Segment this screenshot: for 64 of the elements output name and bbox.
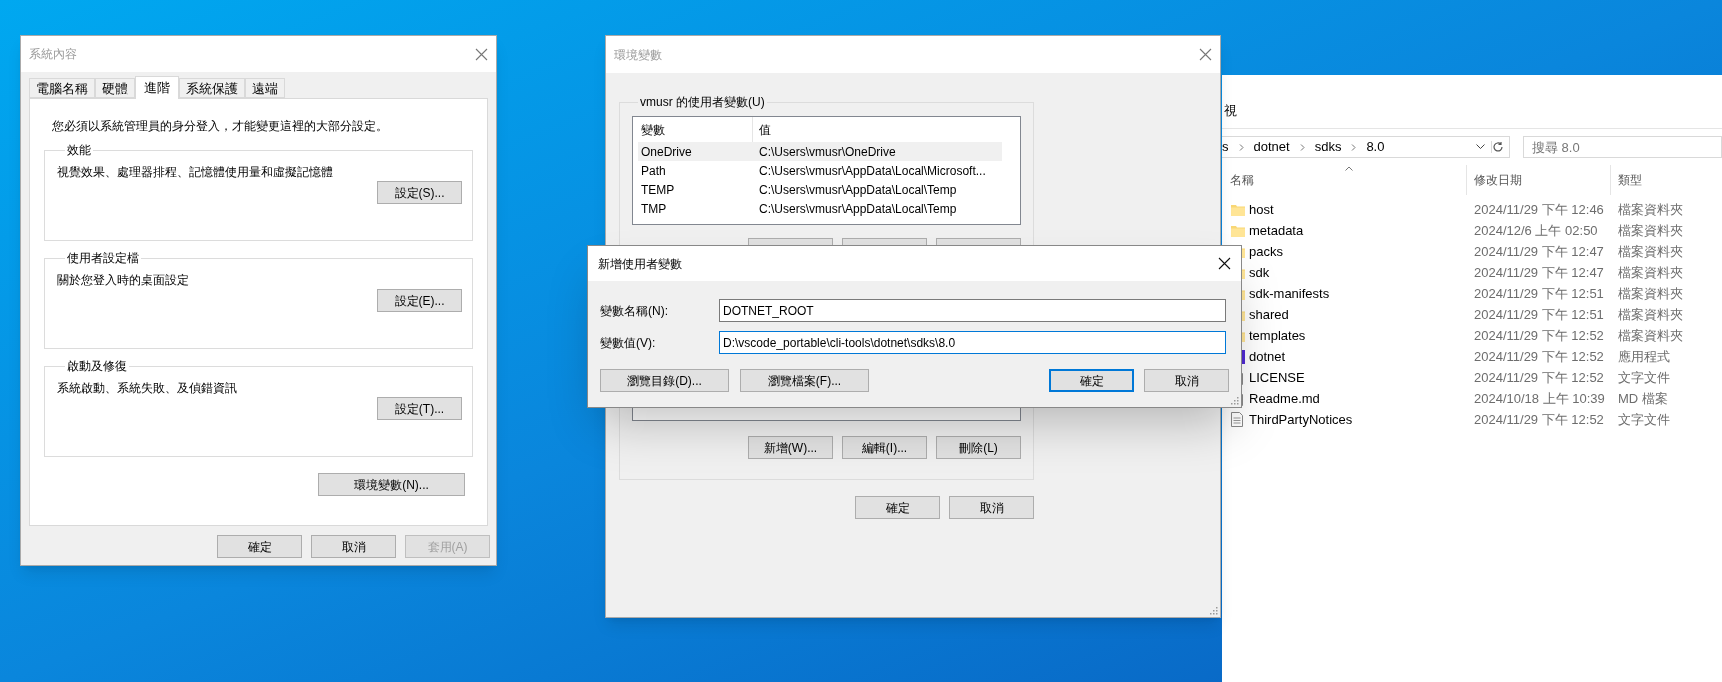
dialog-button[interactable]: 確定 (217, 535, 302, 558)
text-field[interactable]: DOTNET_ROOT (719, 299, 1226, 322)
group-title: vmusr 的使用者變數(U) (639, 94, 766, 111)
variable-row[interactable]: TMP C:\Users\vmusr\AppData\Local\Temp (638, 199, 1002, 218)
field-label: 變數值(V): (600, 334, 657, 352)
group-description: 視覺效果、處理器排程、記憶體使用量和虛擬記憶體 (57, 164, 334, 181)
chevron-right-icon (1299, 143, 1305, 151)
folder-icon (1231, 203, 1245, 216)
dialog-button[interactable]: 確定 (1049, 369, 1134, 392)
tab[interactable]: 遠端 (245, 78, 285, 98)
column-header[interactable]: 類型 (1618, 173, 1642, 187)
group-description: 關於您登入時的桌面設定 (57, 272, 190, 289)
file-row[interactable]: host 2024/11/29 下午 12:46 檔案資料夾 (1222, 199, 1722, 220)
group-title: 使用者設定檔 (66, 250, 140, 267)
field-label: 變數名稱(N): (600, 302, 669, 320)
admin-notice: 您必須以系統管理員的身分登入，才能變更這裡的大部分設定。 (52, 118, 389, 135)
resize-grip-icon[interactable] (1230, 396, 1239, 405)
text-field[interactable]: D:\vscode_portable\cli-tools\dotnet\sdks\8.0 (719, 331, 1226, 354)
window-title: 環境變數 (614, 46, 662, 64)
tab[interactable]: 硬體 (95, 78, 135, 98)
variable-row[interactable]: TEMP C:\Users\vmusr\AppData\Local\Temp (638, 180, 1002, 199)
variable-row[interactable]: OneDrive C:\Users\vmusr\OneDrive (638, 142, 1002, 161)
group-title: 啟動及修復 (66, 358, 128, 375)
dialog-button[interactable]: 刪除(L) (936, 436, 1021, 459)
dialog-button[interactable]: 設定(S)... (377, 181, 462, 204)
dialog-button[interactable]: 新增(W)... (748, 436, 833, 459)
dialog-button[interactable]: 瀏覽檔案(F)... (740, 369, 869, 392)
tab[interactable]: 進階 (135, 76, 179, 99)
tab[interactable]: 系統保護 (179, 78, 245, 98)
folder-icon (1231, 224, 1245, 237)
dialog-button[interactable]: 編輯(I)... (842, 436, 927, 459)
close-icon[interactable] (1218, 257, 1231, 270)
dialog-button[interactable]: 環境變數(N)... (318, 473, 465, 496)
breadcrumb-item[interactable]: 8.0 (1366, 137, 1385, 157)
search-field[interactable]: 搜尋 8.0 (1523, 136, 1722, 158)
group-title: 效能 (66, 142, 92, 159)
dialog-button[interactable]: 取消 (311, 535, 396, 558)
breadcrumb-item[interactable]: sdks (1314, 137, 1342, 157)
document-icon (1231, 412, 1243, 427)
ribbon-tab[interactable]: 視 (1224, 100, 1237, 120)
address-bar[interactable]: s dotnet sdks 8.0 (1222, 136, 1510, 158)
chevron-right-icon (1351, 143, 1357, 151)
breadcrumb-item[interactable]: s (1222, 137, 1229, 157)
file-row[interactable]: ThirdPartyNotices 2024/11/29 下午 12:52 文字文件 (1222, 409, 1722, 430)
tab[interactable]: 電腦名稱 (29, 78, 95, 98)
dialog-button[interactable]: 設定(E)... (377, 289, 462, 312)
window-title: 新增使用者變數 (598, 255, 682, 273)
dialog-button[interactable]: 瀏覽目錄(D)... (600, 369, 729, 392)
dialog-button[interactable]: 取消 (949, 496, 1034, 519)
dialog-button[interactable]: 設定(T)... (377, 397, 462, 420)
file-row[interactable]: metadata 2024/12/6 上午 02:50 檔案資料夾 (1222, 220, 1722, 241)
breadcrumb-item[interactable]: dotnet (1253, 137, 1290, 157)
variable-row[interactable]: Path C:\Users\vmusr\AppData\Local\Microsoft... (638, 161, 1002, 180)
column-header[interactable]: 名稱 (1230, 171, 1254, 189)
dialog-button[interactable]: 取消 (1144, 369, 1229, 392)
chevron-down-icon[interactable] (1476, 144, 1485, 150)
window-title: 系統內容 (29, 46, 77, 63)
sort-up-icon (1345, 166, 1353, 171)
column-header[interactable]: 值 (753, 117, 1002, 142)
group-description: 系統啟動、系統失敗、及偵錯資訊 (57, 380, 238, 397)
chevron-right-icon (1238, 143, 1244, 151)
resize-grip-icon[interactable] (1209, 606, 1218, 615)
column-header[interactable]: 修改日期 (1474, 171, 1522, 189)
dialog-button[interactable]: 確定 (855, 496, 940, 519)
